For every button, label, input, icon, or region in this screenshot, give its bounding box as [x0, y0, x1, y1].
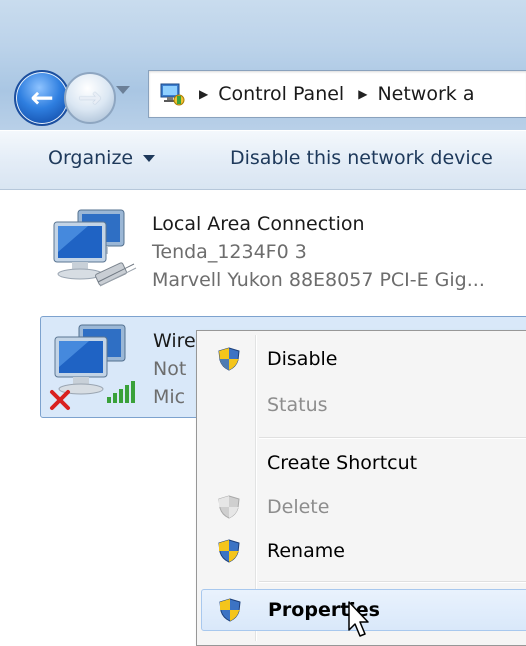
organize-label: Organize [48, 147, 134, 169]
menu-item-rename[interactable]: Rename [201, 531, 526, 571]
command-bar: Organize Disable this network device [0, 130, 526, 190]
connection-details: Wire Not Mic [153, 327, 196, 411]
recent-pages-chevron-down-icon[interactable] [116, 86, 130, 94]
mouse-pointer-icon [348, 601, 369, 637]
menu-item-disable[interactable]: Disable [201, 339, 526, 379]
menu-item-status[interactable]: Status [201, 385, 526, 425]
disable-network-device-button[interactable]: Disable this network device [230, 147, 493, 169]
menu-item-label: Create Shortcut [267, 452, 418, 474]
disconnected-x-icon [50, 390, 70, 410]
menu-item-label: Delete [267, 496, 330, 518]
menu-separator [259, 581, 526, 583]
context-menu: Disable Status Create Shortcut Delete Re… [196, 330, 526, 646]
address-bar[interactable]: ▶ Control Panel ▶ Network a [148, 70, 526, 118]
uac-shield-icon [219, 598, 241, 622]
breadcrumb-control-panel[interactable]: Control Panel [218, 83, 344, 105]
connection-name: Local Area Connection [152, 213, 365, 235]
chevron-down-icon [143, 155, 156, 162]
menu-item-label: Disable [267, 348, 338, 370]
forward-arrow-icon: → [78, 81, 102, 114]
uac-shield-icon [218, 347, 240, 371]
connection-details: Local Area Connection Tenda_1234F0 3 Mar… [152, 210, 485, 294]
breadcrumb-separator-icon[interactable]: ▶ [358, 87, 367, 101]
menu-separator [259, 437, 526, 439]
menu-item-label: Rename [267, 540, 345, 562]
menu-item-create-shortcut[interactable]: Create Shortcut [201, 443, 526, 483]
connection-network: Tenda_1234F0 3 [152, 241, 307, 263]
connection-adapter: Mic [153, 386, 186, 408]
wired-network-icon [48, 204, 140, 294]
uac-shield-icon [218, 539, 240, 563]
back-button[interactable]: ← [14, 70, 70, 126]
organize-menu-button[interactable]: Organize [48, 147, 156, 169]
connection-adapter: Marvell Yukon 88E8057 PCI-E Gig... [152, 269, 485, 291]
breadcrumb-separator-icon[interactable]: ▶ [199, 87, 208, 101]
connection-name: Wire [153, 330, 196, 352]
forward-button[interactable]: → [64, 72, 116, 124]
uac-shield-icon [218, 495, 240, 519]
connection-network: Not [153, 358, 187, 380]
connection-item-local-area[interactable]: Local Area Connection Tenda_1234F0 3 Mar… [40, 200, 526, 300]
window-title-area: ← → ▶ Control Panel ▶ Network a [0, 0, 526, 130]
control-panel-icon [159, 81, 185, 107]
menu-item-delete[interactable]: Delete [201, 487, 526, 527]
back-arrow-icon: ← [30, 81, 54, 114]
menu-item-label: Status [267, 394, 328, 416]
breadcrumb-network[interactable]: Network a [377, 83, 474, 105]
